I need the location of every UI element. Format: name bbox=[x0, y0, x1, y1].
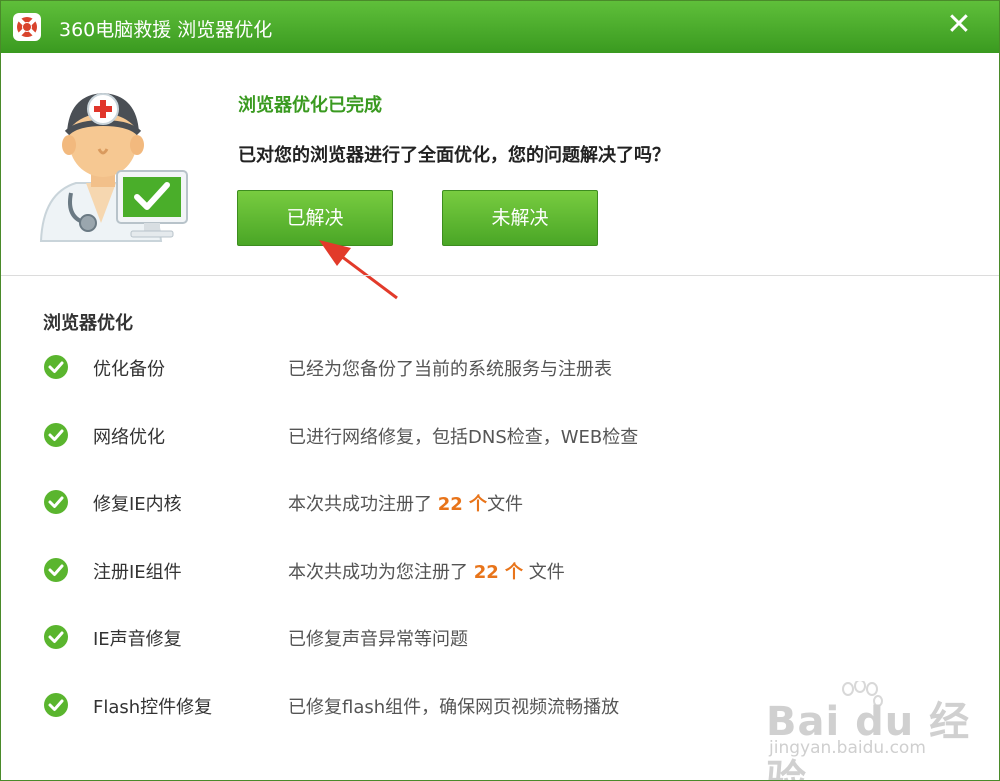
item-description: 本次共成功为您注册了 22 个 文件 bbox=[288, 558, 565, 584]
list-item: 网络优化 已进行网络修复，包括DNS检查，WEB检查 bbox=[1, 415, 999, 455]
desc-suffix: 文件 bbox=[523, 562, 565, 583]
lifebuoy-icon bbox=[13, 13, 41, 41]
list-item: 优化备份 已经为您备份了当前的系统服务与注册表 bbox=[1, 347, 999, 387]
check-circle-icon bbox=[44, 490, 68, 514]
file-count: 22 个 bbox=[437, 494, 488, 515]
item-description: 已修复声音异常等问题 bbox=[288, 629, 468, 650]
item-name: 注册IE组件 bbox=[93, 562, 182, 583]
desc-prefix: 本次共成功为您注册了 bbox=[288, 562, 474, 583]
desc-suffix: 文件 bbox=[487, 494, 524, 515]
item-description: 本次共成功注册了 22 个文件 bbox=[288, 490, 523, 516]
annotation-arrow-icon bbox=[319, 240, 398, 300]
divider bbox=[1, 275, 999, 276]
section-title: 浏览器优化 bbox=[43, 313, 133, 334]
desc-prefix: 本次共成功注册了 bbox=[288, 494, 438, 515]
file-count: 22 个 bbox=[473, 562, 524, 583]
check-circle-icon bbox=[44, 558, 68, 582]
window-title: 360电脑救援 浏览器优化 bbox=[59, 19, 273, 41]
check-circle-icon bbox=[44, 693, 68, 717]
check-circle-icon bbox=[44, 355, 68, 379]
list-item: IE声音修复 已修复声音异常等问题 bbox=[1, 617, 999, 657]
doctor-icon bbox=[39, 93, 188, 242]
check-circle-icon bbox=[44, 625, 68, 649]
item-description: 已经为您备份了当前的系统服务与注册表 bbox=[288, 359, 612, 380]
check-circle-icon bbox=[44, 423, 68, 447]
item-name: 优化备份 bbox=[93, 359, 165, 380]
list-item: 注册IE组件 本次共成功为您注册了 22 个 文件 bbox=[1, 550, 999, 590]
list-item: 修复IE内核 本次共成功注册了 22 个文件 bbox=[1, 482, 999, 522]
resolution-question: 已对您的浏览器进行了全面优化，您的问题解决了吗？ bbox=[238, 145, 670, 166]
item-name: 修复IE内核 bbox=[93, 494, 182, 515]
app-window: 360电脑救援 浏览器优化 ✕ 浏览器优化已完成 已对您的浏览器进行了全面优化，… bbox=[0, 0, 1000, 781]
watermark-url: jingyan.baidu.com bbox=[769, 738, 926, 758]
item-name: IE声音修复 bbox=[93, 629, 182, 650]
title-bar[interactable]: 360电脑救援 浏览器优化 ✕ bbox=[1, 1, 999, 53]
status-title: 浏览器优化已完成 bbox=[238, 95, 382, 116]
close-icon[interactable]: ✕ bbox=[941, 7, 977, 43]
item-description: 已进行网络修复，包括DNS检查，WEB检查 bbox=[288, 427, 639, 448]
item-description: 已修复flash组件，确保网页视频流畅播放 bbox=[288, 697, 620, 718]
item-name: 网络优化 bbox=[93, 427, 165, 448]
watermark-logo-text: Bai du 经验 bbox=[766, 699, 971, 781]
item-name: Flash控件修复 bbox=[93, 697, 213, 718]
unsolved-button[interactable]: 未解决 bbox=[442, 190, 598, 246]
